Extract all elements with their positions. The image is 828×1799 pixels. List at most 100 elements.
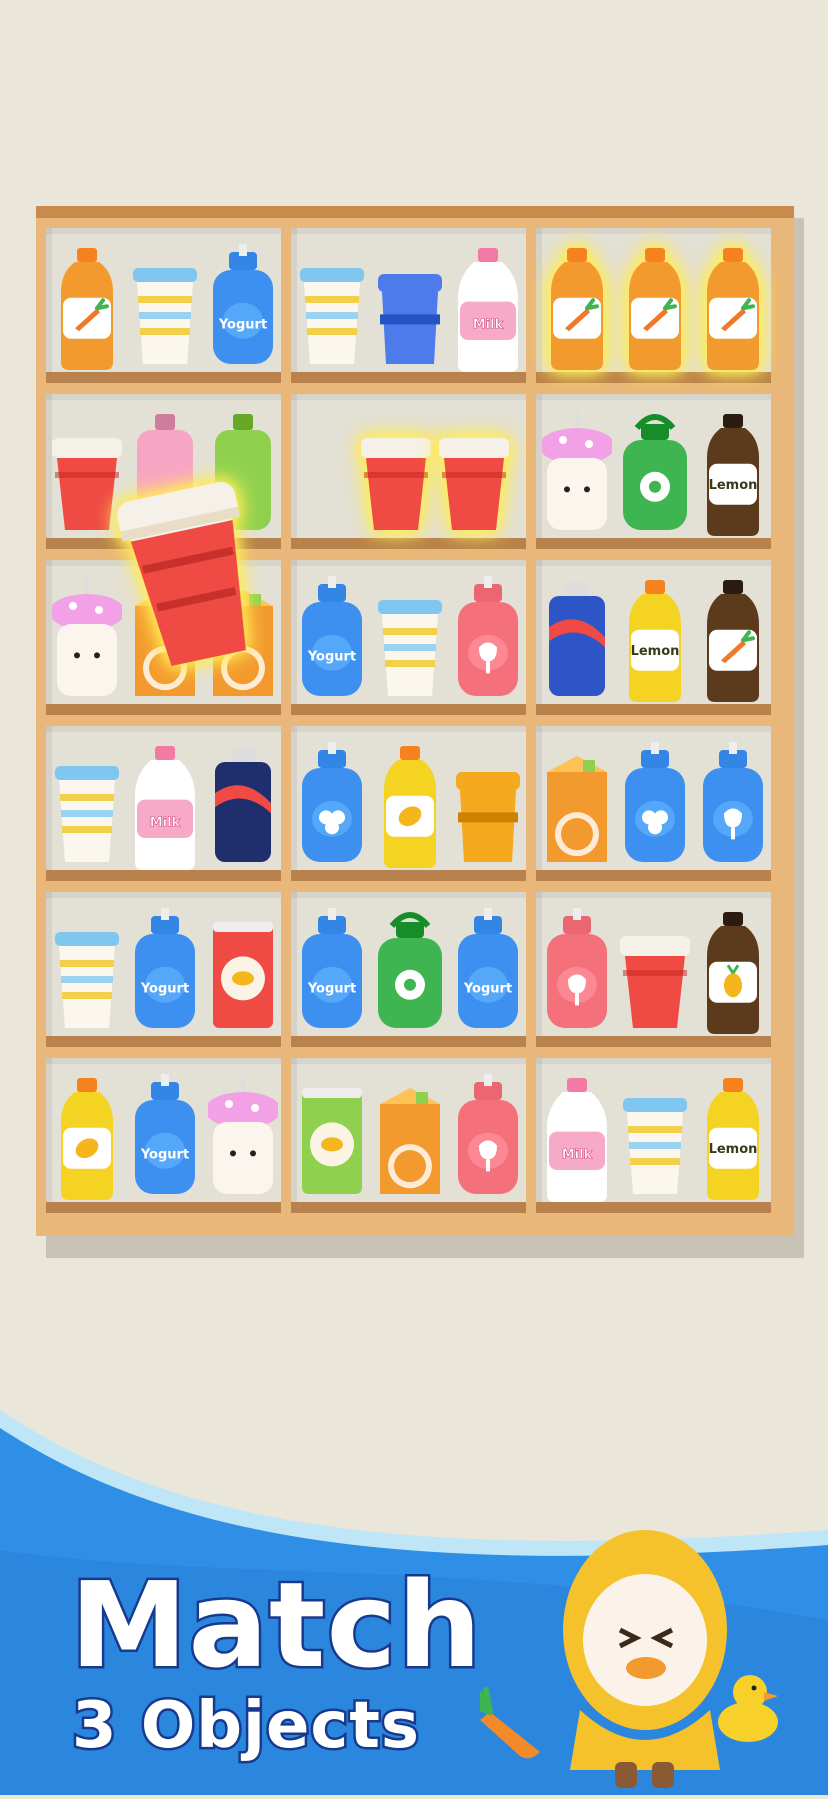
shelf-cabinet: Yogurt Milk Lemon Yogurt Lemon Milk Yogu…: [36, 206, 794, 1236]
shelf-board: [291, 704, 526, 715]
shelf-board: [291, 1036, 526, 1047]
item-jug[interactable]: [375, 908, 445, 1036]
item-cup[interactable]: [130, 244, 200, 372]
headline-match: Match: [67, 1556, 483, 1694]
item-mushroom[interactable]: [52, 576, 122, 704]
item-mug[interactable]: [375, 244, 445, 372]
item-cup[interactable]: [52, 742, 122, 870]
shelf-board: [536, 704, 771, 715]
item-can[interactable]: [208, 908, 278, 1036]
item-mushroom[interactable]: [542, 410, 612, 538]
item-yogurt[interactable]: Yogurt: [130, 1074, 200, 1202]
shelf-board: [291, 870, 526, 881]
item-cup[interactable]: [620, 1074, 690, 1202]
item-juice[interactable]: Lemon: [620, 576, 690, 704]
item-mug[interactable]: [453, 742, 523, 870]
item-carton[interactable]: [542, 742, 612, 870]
shelf-cell-r4-c2: [291, 726, 526, 881]
item-label: Lemon: [631, 644, 680, 659]
item-label: Lemon: [709, 1142, 758, 1157]
item-juice[interactable]: [698, 576, 768, 704]
shelf-cell-r1-c2: Milk: [291, 228, 526, 383]
item-label: Milk: [150, 815, 181, 830]
item-soda[interactable]: [542, 576, 612, 704]
shelf-board: [536, 870, 771, 881]
item-flask[interactable]: [453, 1074, 523, 1202]
rubber-duck-icon: [718, 1675, 778, 1742]
item-label: Lemon: [709, 478, 758, 493]
shelf-cell-r2-c2: [291, 394, 526, 549]
item-flask[interactable]: [542, 908, 612, 1036]
chips-icon: [232, 971, 254, 986]
item-yogurt[interactable]: Yogurt: [208, 244, 278, 372]
item-juice[interactable]: [542, 244, 612, 372]
shelf-board: [536, 1202, 771, 1213]
item-flask[interactable]: [620, 742, 690, 870]
item-jug[interactable]: [620, 410, 690, 538]
item-soda[interactable]: [208, 742, 278, 870]
shelf-board: [46, 704, 281, 715]
shelf-cell-r3-c3: Lemon: [536, 560, 771, 715]
item-juice[interactable]: [375, 742, 445, 870]
shelf-board: [291, 538, 526, 549]
item-milk[interactable]: Milk: [453, 244, 523, 372]
shelf-board: [291, 1202, 526, 1213]
shelf-cell-r5-c2: Yogurt Yogurt: [291, 892, 526, 1047]
shelf-cell-r6-c3: Milk Lemon: [536, 1058, 771, 1213]
item-milk[interactable]: Milk: [130, 742, 200, 870]
item-can[interactable]: [297, 1074, 367, 1202]
item-yogurt[interactable]: Yogurt: [297, 908, 367, 1036]
item-cup[interactable]: [52, 908, 122, 1036]
carrot-icon: [480, 1687, 540, 1759]
shelf-cell-r3-c2: Yogurt: [291, 560, 526, 715]
item-redcup[interactable]: [361, 410, 431, 538]
shelf-cell-r6-c2: [291, 1058, 526, 1213]
item-juice[interactable]: Lemon: [698, 410, 768, 538]
chips-icon: [321, 1137, 343, 1152]
item-yogurt[interactable]: Yogurt: [453, 908, 523, 1036]
mascot-hood-icon: [563, 1530, 727, 1788]
item-juice[interactable]: [620, 244, 690, 372]
flower-icon: [640, 471, 670, 502]
shelf-cell-r4-c3: [536, 726, 771, 881]
flower-icon: [395, 969, 425, 1000]
shelf-board: [46, 1202, 281, 1213]
shelf-board: [46, 870, 281, 881]
item-label: Milk: [562, 1147, 593, 1162]
item-label: Yogurt: [140, 981, 189, 996]
duck-mascot-illustration: [480, 1530, 778, 1788]
shelf-cell-r4-c1: Milk: [46, 726, 281, 881]
item-redcup[interactable]: [620, 908, 690, 1036]
shelf-board: [536, 372, 771, 383]
shelf-cell-r5-c1: Yogurt: [46, 892, 281, 1047]
shelf-cell-r5-c3: [536, 892, 771, 1047]
item-flask[interactable]: [698, 742, 768, 870]
shelf-board: [291, 372, 526, 383]
item-cup[interactable]: [375, 576, 445, 704]
item-milk[interactable]: Milk: [542, 1074, 612, 1202]
shelf-cell-r1-c1: Yogurt: [46, 228, 281, 383]
item-flask[interactable]: [453, 576, 523, 704]
shelf-board: [46, 1036, 281, 1047]
item-carton[interactable]: [375, 1074, 445, 1202]
item-label: Yogurt: [463, 981, 512, 996]
shelf-board: [536, 1036, 771, 1047]
item-label: Milk: [473, 317, 504, 332]
item-label: Yogurt: [140, 1147, 189, 1162]
item-yogurt[interactable]: Yogurt: [130, 908, 200, 1036]
item-juice[interactable]: Lemon: [698, 1074, 768, 1202]
item-juice[interactable]: [52, 1074, 122, 1202]
item-juice[interactable]: [52, 244, 122, 372]
item-redcup[interactable]: [439, 410, 509, 538]
item-mushroom[interactable]: [208, 1074, 278, 1202]
item-cup[interactable]: [297, 244, 367, 372]
item-yogurt[interactable]: Yogurt: [297, 576, 367, 704]
item-juice[interactable]: [698, 244, 768, 372]
shelf-cell-r2-c3: Lemon: [536, 394, 771, 549]
item-juice[interactable]: [698, 908, 768, 1036]
shelf-board: [536, 538, 771, 549]
item-label: Yogurt: [307, 981, 356, 996]
headline-3-objects: 3 Objects: [70, 1689, 422, 1763]
item-flask[interactable]: [297, 742, 367, 870]
shelf-board: [46, 372, 281, 383]
